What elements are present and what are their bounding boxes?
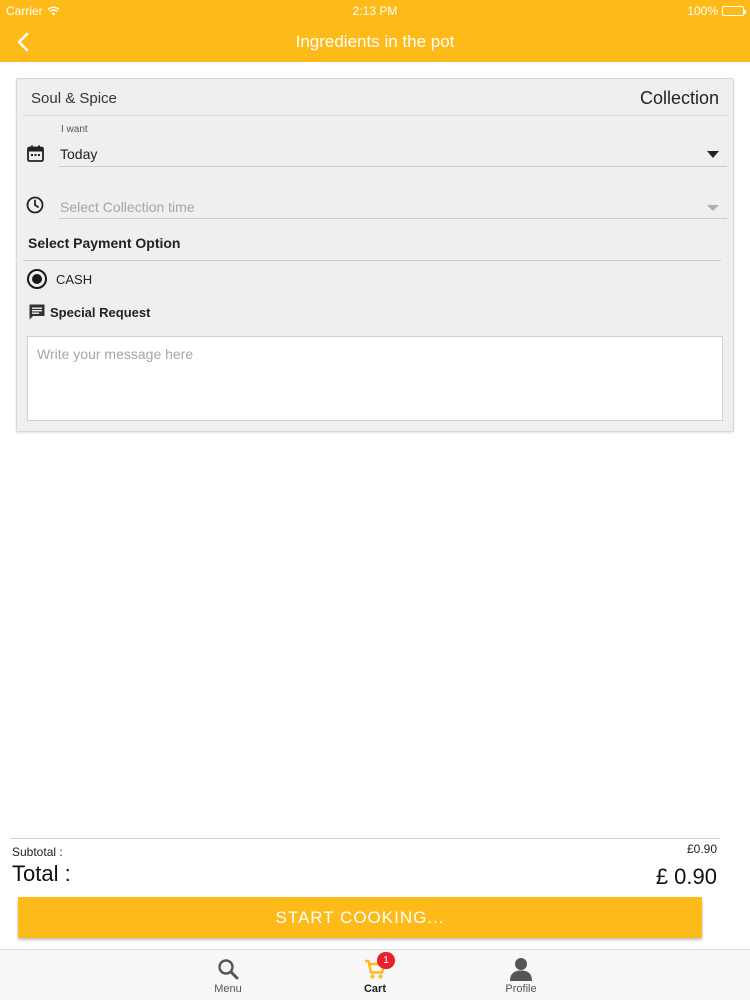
tab-menu-label: Menu — [214, 983, 242, 995]
clock-icon — [25, 195, 45, 215]
payment-section-title: Select Payment Option — [23, 235, 721, 261]
cart-badge: 1 — [377, 952, 395, 969]
payment-option-cash[interactable]: CASH — [27, 267, 92, 291]
special-request-header: Special Request — [28, 303, 150, 321]
battery-icon — [722, 6, 746, 16]
tab-cart[interactable]: 1 Cart — [330, 952, 420, 1000]
total-label: Total : — [12, 861, 71, 886]
special-request-box — [27, 336, 723, 421]
battery-percent: 100% — [687, 4, 718, 18]
order-type: Collection — [639, 88, 719, 108]
tab-profile-label: Profile — [505, 983, 537, 995]
tab-bar: Menu 1 Cart Profile — [0, 949, 750, 1000]
subtotal-label: Subtotal : — [12, 845, 63, 859]
status-time: 2:13 PM — [352, 4, 398, 18]
date-field-label: I want — [61, 124, 88, 135]
page-title: Ingredients in the pot — [295, 32, 455, 51]
date-field-value: Today — [60, 146, 98, 162]
message-icon — [29, 304, 45, 320]
dropdown-arrow-icon — [707, 205, 719, 211]
dropdown-arrow-icon — [707, 151, 719, 158]
collection-time-select[interactable]: Select Collection time — [59, 175, 727, 219]
tab-menu[interactable]: Menu — [183, 952, 273, 1000]
order-details-card: Soul & Spice Collection I want Today Sel… — [16, 78, 734, 432]
totals-divider — [10, 838, 720, 839]
total-value: £ 0.90 — [655, 864, 717, 889]
status-battery: 100% — [687, 4, 746, 18]
status-bar: Carrier 2:13 PM 100% — [0, 0, 750, 22]
special-request-input[interactable] — [28, 337, 722, 420]
restaurant-name: Soul & Spice — [31, 90, 117, 107]
radio-selected-icon[interactable] — [27, 269, 47, 289]
search-icon — [218, 959, 239, 980]
tab-cart-label: Cart — [363, 983, 386, 995]
collection-time-placeholder: Select Collection time — [60, 199, 195, 215]
app-header: Carrier 2:13 PM 100% Ingredients in the … — [0, 0, 750, 62]
card-header: Soul & Spice Collection — [23, 79, 727, 116]
date-select[interactable]: I want Today — [59, 123, 727, 167]
person-icon — [510, 958, 532, 981]
start-cooking-button[interactable]: START COOKING... — [18, 897, 702, 938]
payment-option-label: CASH — [56, 271, 93, 287]
special-request-title: Special Request — [50, 304, 151, 320]
subtotal-value: £0.90 — [686, 842, 717, 856]
calendar-icon — [25, 143, 45, 163]
tab-profile[interactable]: Profile — [476, 952, 566, 1000]
